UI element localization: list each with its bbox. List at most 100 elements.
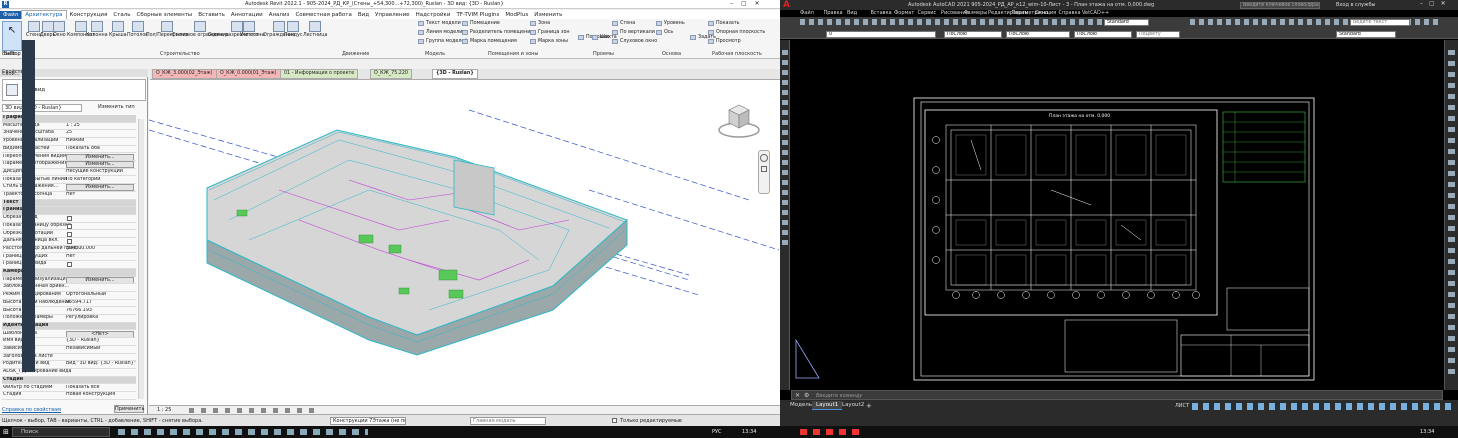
clock-right[interactable]: 13:34	[1420, 429, 1434, 435]
style-search-input[interactable]: Ведите текст	[1350, 19, 1410, 26]
acad-menu-2[interactable]: Вид	[847, 10, 857, 16]
property-value[interactable]: Ортогональный	[66, 292, 106, 297]
property-value[interactable]: 95594.717	[66, 300, 92, 305]
steering-wheel-icon[interactable]	[760, 154, 768, 162]
edit-type-button[interactable]: Изменить тип	[98, 104, 146, 112]
property-value[interactable]: 25	[66, 130, 72, 135]
view-tab-1[interactable]: О_КЖ_0.000(01_Этаж)	[216, 69, 281, 79]
ribbon-item-11[interactable]: Стена	[612, 21, 635, 26]
viewcube[interactable]	[717, 100, 761, 140]
ribbon-button-4[interactable]: Колонна	[86, 21, 108, 38]
ribbon-button-0[interactable]: Стена	[26, 21, 41, 38]
language-indicator[interactable]: РУС	[712, 429, 722, 435]
ribbon-tab-5[interactable]: Вставить	[195, 11, 228, 19]
property-edit-button[interactable]: Изменить...	[66, 161, 134, 168]
ribbon-button-6[interactable]: Потолок	[127, 21, 148, 38]
start-icon[interactable]: ⊞	[3, 428, 9, 436]
revit-logo-icon[interactable]: R	[2, 1, 9, 8]
property-checkbox[interactable]	[67, 231, 72, 237]
ribbon-item-7[interactable]: Граница зон	[530, 30, 570, 35]
property-checkbox[interactable]	[67, 216, 72, 222]
property-value[interactable]: Независимый	[66, 346, 100, 351]
ribbon-tab-7[interactable]: Анализ	[266, 11, 293, 19]
property-value[interactable]: 1 : 25	[66, 123, 80, 128]
ribbon-item-5[interactable]: Марка помещения	[462, 39, 517, 44]
acad-status-toggles[interactable]	[1192, 403, 1452, 410]
apply-button[interactable]: Применить	[114, 405, 144, 413]
property-value[interactable]: Показать все	[66, 385, 99, 390]
color-dropdown[interactable]: ПоСлою	[944, 31, 1002, 38]
property-edit-button[interactable]: <Нет>	[66, 330, 134, 338]
ribbon-item-4[interactable]: Разделитель помещения	[462, 30, 533, 35]
view-scale[interactable]: 1 : 25	[157, 407, 171, 413]
property-checkbox[interactable]	[67, 239, 72, 245]
ribbon-item-1[interactable]: Линия модели	[418, 30, 462, 35]
3d-view-canvas[interactable]	[148, 80, 780, 405]
ribbon-item-17[interactable]: Показать	[708, 21, 740, 26]
property-edit-button[interactable]: Изменить...	[66, 153, 134, 161]
property-value[interactable]: 76766.193	[66, 308, 92, 313]
ribbon-tab-10[interactable]: Управление	[372, 11, 413, 19]
acad-menu-11[interactable]: Справка	[1059, 10, 1081, 16]
modify-select-button[interactable]: ↖	[2, 21, 22, 51]
ribbon-item-3[interactable]: Помещение	[462, 21, 500, 26]
property-checkbox[interactable]	[67, 223, 72, 229]
ribbon-tab-2[interactable]: Конструкция	[67, 11, 111, 19]
acad-menu-1[interactable]: Правка	[824, 10, 843, 16]
plot-style-dropdown[interactable]: ПоЦвету	[1136, 31, 1180, 38]
ribbon-item-18[interactable]: Опорная плоскость	[708, 30, 765, 35]
ribbon-item-13[interactable]: Слуховое окно	[612, 39, 657, 44]
navigation-bar[interactable]	[758, 150, 770, 194]
property-edit-button[interactable]: Изменить...	[66, 276, 134, 284]
ribbon-button-5[interactable]: Крыша	[109, 21, 127, 38]
acad-logo-icon[interactable]: A	[783, 0, 790, 10]
acad-drawing-area[interactable]: План этажа на отм. 0,000	[791, 40, 1443, 390]
property-value[interactable]: По категории	[66, 177, 100, 182]
ribbon-tab-12[interactable]: TF-TVIM Plugins	[453, 11, 502, 19]
ribbon-item-19[interactable]: Просмотр	[708, 39, 741, 44]
acad-menu-9[interactable]: Параметризация	[1012, 10, 1057, 16]
property-value[interactable]: Вид "3D вид: {3D - Ruslan}"	[66, 361, 136, 366]
ribbon-item-2[interactable]: Группа моделей	[418, 39, 468, 44]
close-icon[interactable]: ✕	[795, 392, 800, 399]
property-value[interactable]: Показать оба	[66, 146, 100, 151]
ribbon-tab-11[interactable]: Надстройки	[413, 11, 454, 19]
property-value[interactable]: Низкий	[66, 138, 84, 143]
acad-menu-4[interactable]: Формат	[894, 10, 914, 16]
text-style-dropdown[interactable]: Standard	[1104, 19, 1149, 26]
ribbon-tab-6[interactable]: Аннотации	[228, 11, 266, 19]
acad-menu-3[interactable]: Вставка	[871, 10, 892, 16]
property-value[interactable]: Новая конструкция	[66, 392, 115, 397]
property-edit-button[interactable]: Изменить...	[66, 184, 134, 191]
add-layout-button[interactable]: +	[862, 401, 876, 410]
ribbon-tab-14[interactable]: Изменить	[531, 11, 565, 19]
ribbon-item-8[interactable]: Марка зоны	[530, 39, 568, 44]
paper-space-indicator[interactable]: ЛИСТ	[1175, 403, 1189, 409]
properties-scrollbar[interactable]	[138, 119, 144, 399]
draw-tools[interactable]	[782, 50, 788, 250]
ribbon-tab-0[interactable]: Файл	[0, 11, 22, 19]
ribbon-item-6[interactable]: Зона	[530, 21, 550, 26]
command-input[interactable]: Введите команду	[816, 393, 862, 399]
clock[interactable]: 13:34	[742, 429, 756, 435]
acad-menu-7[interactable]: Размеры	[965, 10, 988, 16]
design-option-dropdown[interactable]: Главная модель	[470, 417, 546, 425]
property-value[interactable]: {3D - Ruslan}	[66, 338, 100, 343]
acad-menu-10[interactable]: Окно	[1035, 10, 1048, 16]
ribbon-tab-4[interactable]: Сборные элементы	[134, 11, 196, 19]
ribbon-button-10[interactable]: Импост	[240, 21, 259, 38]
ribbon-button-13[interactable]: Лестница	[303, 21, 327, 38]
ribbon-tab-3[interactable]: Сталь	[110, 11, 133, 19]
project-browser-strip[interactable]	[22, 40, 35, 372]
property-value[interactable]: Несущие конструкции	[66, 169, 123, 174]
view-tab-2[interactable]: 01 - Информация о проекте	[280, 69, 359, 79]
ribbon-tab-8[interactable]: Совместная работа	[292, 11, 354, 19]
ribbon-tab-1[interactable]: Архитектура	[21, 10, 67, 19]
acad-window-controls[interactable]: –▢✕	[1420, 0, 1452, 7]
zoom-icon[interactable]	[761, 166, 767, 172]
view-tab-3[interactable]: О_КЖ_75.220	[370, 69, 412, 79]
view-tab-0[interactable]: О_КЖ_3.000(02_Этаж)	[152, 69, 217, 79]
property-value[interactable]: Регулировка	[66, 315, 98, 320]
layer-dropdown[interactable]: 0	[826, 31, 936, 38]
ribbon-item-12[interactable]: По вертикали	[612, 30, 655, 35]
